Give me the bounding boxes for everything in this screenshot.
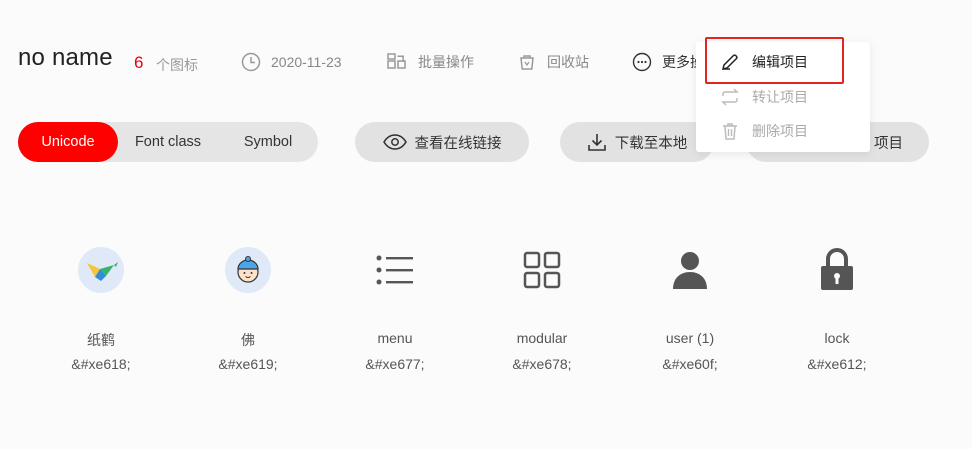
icon-name: 佛 [241, 332, 255, 348]
add-label: 项目 [874, 135, 903, 152]
eye-icon [382, 134, 407, 150]
icon-card[interactable]: user (1) &#xe60f; [630, 240, 750, 376]
icon-code: &#xe678; [512, 356, 572, 372]
icon-card[interactable]: lock &#xe612; [777, 240, 897, 376]
view-online-label: 查看在线链接 [414, 135, 502, 152]
icon-card[interactable]: 佛 &#xe619; [188, 240, 308, 376]
user-icon [673, 252, 707, 289]
icon-card[interactable]: menu &#xe677; [335, 240, 455, 376]
icon-code: &#xe60f; [662, 356, 718, 372]
delete-project-label: 删除项目 [752, 123, 808, 139]
transfer-project-label: 转让项目 [752, 89, 808, 105]
icon-code: &#xe612; [807, 356, 867, 372]
download-button[interactable]: 下载至本地 [560, 122, 714, 162]
menu-item-delete-project[interactable]: 删除项目 [720, 119, 808, 143]
icon-name: 纸鹤 [87, 332, 115, 348]
paper-crane-icon [78, 247, 124, 293]
menu-icon [376, 255, 413, 285]
download-icon [587, 134, 606, 151]
trash-icon [723, 123, 737, 140]
recycle-bin-icon [520, 55, 534, 70]
recycle-bin-button[interactable]: 回收站 [517, 48, 589, 76]
menu-item-transfer-project[interactable]: 转让项目 [720, 85, 808, 109]
icon-code: &#xe618; [71, 356, 131, 372]
tab-font-class[interactable]: Font class [118, 122, 218, 162]
project-title: no name [18, 44, 113, 71]
icon-card[interactable]: 纸鹤 &#xe618; [41, 240, 161, 376]
view-online-link-button[interactable]: 查看在线链接 [355, 122, 529, 162]
icon-name: modular [516, 330, 568, 346]
batch-operation-button[interactable]: 批量操作 [386, 48, 474, 76]
code-type-toggle: Unicode Font class Symbol [18, 122, 318, 162]
batch-label: 批量操作 [418, 54, 474, 70]
download-label: 下载至本地 [614, 135, 688, 152]
lock-icon [821, 248, 853, 290]
transfer-icon [721, 88, 739, 106]
icon-name: user (1) [665, 330, 715, 346]
icon-name: lock [824, 330, 850, 346]
more-icon [632, 52, 652, 72]
clock-icon [241, 52, 261, 72]
recycle-label: 回收站 [547, 54, 589, 70]
icon-count: 6 [134, 53, 144, 72]
icon-code: &#xe619; [218, 356, 278, 372]
edit-project-highlight-box [705, 37, 844, 84]
tab-unicode[interactable]: Unicode [18, 122, 118, 162]
created-date: 2020-11-23 [241, 48, 342, 76]
tab-symbol[interactable]: Symbol [218, 122, 318, 162]
batch-icon [387, 53, 406, 69]
created-date-text: 2020-11-23 [271, 54, 342, 70]
icon-name: menu [377, 330, 413, 346]
modular-icon [523, 251, 561, 289]
icon-code: &#xe677; [365, 356, 425, 372]
buddha-icon [225, 247, 271, 293]
icon-count-label: 个图标 [156, 57, 198, 73]
icon-card[interactable]: modular &#xe678; [482, 240, 602, 376]
